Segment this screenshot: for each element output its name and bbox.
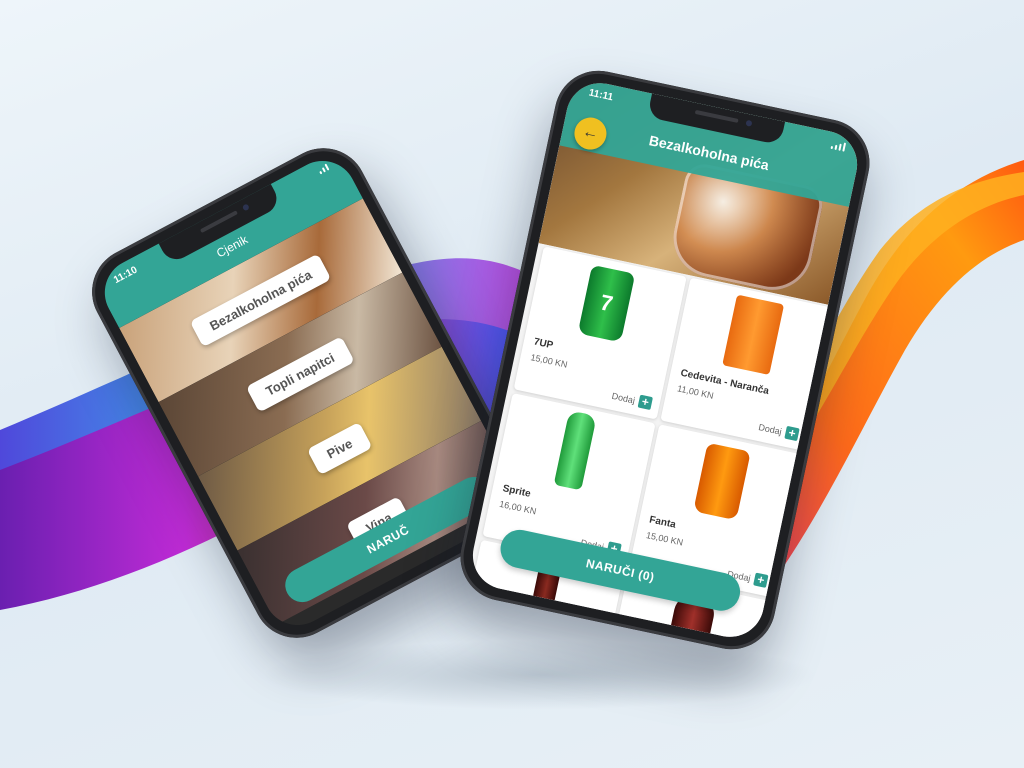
product-name: 7UP [532, 336, 555, 352]
cedevita-pack-icon [722, 294, 785, 375]
can-fanta-icon [693, 442, 751, 521]
add-label: Dodaj [610, 390, 637, 406]
product-card-cedevita[interactable]: Cedevita - Naranča 11,00 KN Dodaj + [660, 277, 834, 451]
can-7up-icon: 7 [577, 264, 636, 343]
add-button[interactable]: Dodaj + [757, 420, 800, 442]
add-button[interactable]: Dodaj + [610, 389, 653, 411]
arrow-left-icon: ← [580, 123, 601, 144]
product-price: 16,00 KN [498, 498, 538, 517]
plus-icon: + [637, 394, 653, 411]
product-price: 15,00 KN [645, 530, 684, 548]
plus-icon: + [784, 425, 800, 442]
product-card-7up[interactable]: 7 7UP 15,00 KN Dodaj + [513, 246, 687, 420]
sprite-bottle-icon [553, 410, 597, 491]
product-name: Fanta [648, 514, 677, 531]
product-name: Sprite [501, 483, 532, 500]
add-label: Dodaj [757, 421, 783, 437]
product-price: 15,00 KN [529, 352, 569, 370]
product-price: 11,00 KN [676, 383, 715, 401]
promo-stage: 11:10 Cjenik Bezalkoholna pića Topli nap… [0, 0, 1024, 768]
floor-shadow [260, 640, 820, 710]
plus-icon: + [753, 572, 769, 588]
